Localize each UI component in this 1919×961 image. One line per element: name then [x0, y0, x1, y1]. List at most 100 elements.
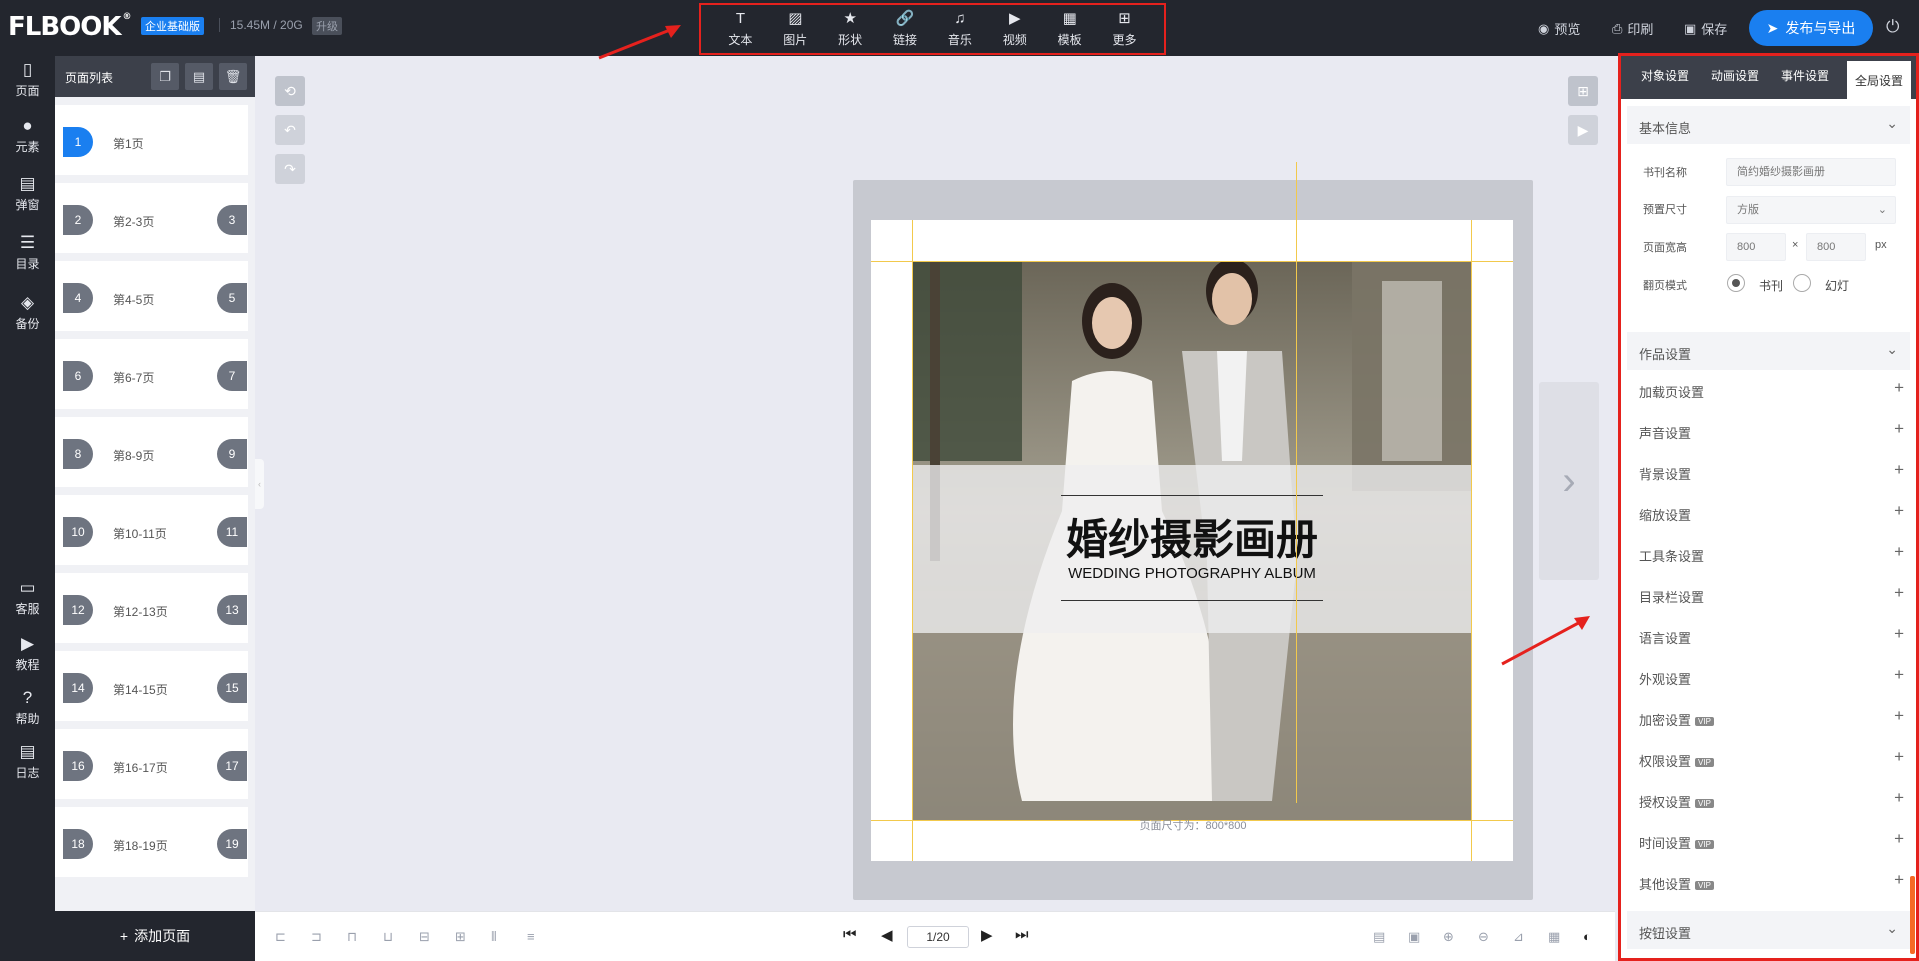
flip-mode-slide-label[interactable]: 幻灯 — [1825, 277, 1849, 294]
preset-size-select[interactable]: 方版 ⌄ — [1726, 196, 1896, 224]
redo-button[interactable]: ↷ — [275, 154, 305, 184]
page-thumbnail[interactable]: 12 第12-13页 13 — [55, 573, 248, 643]
prev-page-button[interactable]: ◀ — [881, 926, 893, 944]
align-center-icon[interactable]: ⊟ — [419, 929, 430, 945]
page-settings-button[interactable]: ⊞ — [1568, 76, 1598, 106]
setting-row[interactable]: 外观设置 + — [1627, 661, 1910, 691]
setting-row[interactable]: 缩放设置 + — [1627, 497, 1910, 527]
book-page[interactable]: 婚纱摄影画册 WEDDING PHOTOGRAPHY ALBUM — [871, 220, 1513, 861]
flip-mode-slide-radio[interactable] — [1793, 274, 1811, 292]
power-icon[interactable]: ⏻ — [1886, 17, 1899, 37]
align-left-icon[interactable]: ⊏ — [275, 929, 286, 945]
setting-row[interactable]: 目录栏设置 + — [1627, 579, 1910, 609]
button-settings-section[interactable]: 按钮设置 ⌄ — [1627, 911, 1910, 949]
page-thumbnail[interactable]: 14 第14-15页 15 — [55, 651, 248, 721]
page-width-input[interactable]: 800 — [1726, 233, 1786, 261]
page-thumbnail[interactable]: 8 第8-9页 9 — [55, 417, 248, 487]
flip-mode-book-label[interactable]: 书刊 — [1759, 277, 1783, 294]
setting-row[interactable]: 加载页设置 + — [1627, 374, 1910, 404]
rail-item-backup[interactable]: ◈ 备份 — [0, 293, 55, 332]
history-button[interactable]: ⟲ — [275, 76, 305, 106]
duplicate-page-button[interactable]: ▤ — [185, 63, 213, 90]
setting-row[interactable]: 授权设置 VIP + — [1627, 784, 1910, 814]
page-thumbnail[interactable]: 2 第2-3页 3 — [55, 183, 248, 253]
next-page-button[interactable]: ▶ — [981, 926, 993, 944]
rail-item-log[interactable]: ▤ 日志 — [0, 742, 55, 781]
flip-mode-book-radio[interactable] — [1727, 274, 1745, 292]
tab-global[interactable]: 全局设置 — [1847, 61, 1912, 99]
tab-object[interactable]: 对象设置 — [1641, 67, 1689, 84]
publish-export-button[interactable]: ➤ 发布与导出 — [1749, 10, 1873, 46]
setting-row[interactable]: 其他设置 VIP + — [1627, 866, 1910, 896]
setting-row[interactable]: 权限设置 VIP + — [1627, 743, 1910, 773]
undo-button[interactable]: ↶ — [275, 115, 305, 145]
play-preview-button[interactable]: ▶ — [1568, 115, 1598, 145]
preview-button[interactable]: ◉ 预览 — [1538, 19, 1580, 38]
page-thumbnail[interactable]: 1 第1页 — [55, 105, 248, 175]
add-page-button[interactable]: + 添加页面 — [55, 911, 255, 961]
book-name-input[interactable]: 简约婚纱摄影画册 — [1726, 158, 1896, 186]
album-title[interactable]: 婚纱摄影画册 — [871, 506, 1513, 567]
last-page-button[interactable]: ⏭ — [1015, 926, 1029, 943]
rail-item-service[interactable]: ▭ 客服 — [0, 578, 55, 617]
ruler-icon[interactable]: ⊿ — [1513, 929, 1524, 945]
align-top-icon[interactable]: ⊓ — [347, 929, 357, 945]
setting-row[interactable]: 时间设置 VIP + — [1627, 825, 1910, 855]
page-height-input[interactable]: 800 — [1806, 233, 1866, 261]
zoom-in-icon[interactable]: ⊕ — [1443, 929, 1454, 945]
align-middle-icon[interactable]: ⊞ — [455, 929, 466, 945]
print-icon: ⎙ — [1612, 20, 1623, 36]
star-icon: ★ — [843, 10, 857, 27]
upgrade-button[interactable]: 升级 — [312, 17, 342, 35]
page-thumbnail[interactable]: 18 第18-19页 19 — [55, 807, 248, 877]
basic-info-section[interactable]: 基本信息 ⌄ — [1627, 106, 1910, 144]
single-page-view-icon[interactable]: ▤ — [1373, 929, 1385, 945]
rail-item-pages[interactable]: ▯ 页面 — [0, 60, 55, 99]
tool-link[interactable]: 🔗 链接 — [880, 10, 930, 48]
rail-item-elements[interactable]: ● 元素 — [0, 116, 55, 155]
setting-row[interactable]: 工具条设置 + — [1627, 538, 1910, 568]
work-settings-section[interactable]: 作品设置 ⌄ — [1627, 332, 1910, 370]
tool-text[interactable]: T 文本 — [715, 10, 765, 48]
align-right-icon[interactable]: ⊐ — [311, 929, 322, 945]
distribute-v-icon[interactable]: ≡ — [527, 929, 535, 944]
rail-item-popup[interactable]: ▤ 弹窗 — [0, 174, 55, 213]
next-page-arrow[interactable]: › — [1539, 382, 1599, 580]
double-page-view-icon[interactable]: ▣ — [1408, 929, 1420, 945]
tool-template[interactable]: ▦ 模板 — [1045, 10, 1095, 48]
grid-icon[interactable]: ▦ — [1548, 929, 1560, 945]
zoom-out-icon[interactable]: ⊖ — [1478, 929, 1489, 945]
tool-star[interactable]: ★ 形状 — [825, 10, 875, 48]
tool-more[interactable]: ⊞ 更多 — [1100, 10, 1150, 48]
tab-animation[interactable]: 动画设置 — [1711, 67, 1759, 84]
save-button[interactable]: ▣ 保存 — [1684, 19, 1727, 38]
print-button[interactable]: ⎙ 印刷 — [1612, 19, 1653, 38]
tool-music[interactable]: ♫ 音乐 — [935, 10, 985, 48]
app-logo[interactable]: FLBOOK ® — [8, 12, 132, 42]
tool-video[interactable]: ▶ 视频 — [990, 10, 1040, 48]
page-number-right: 13 — [217, 595, 247, 625]
first-page-button[interactable]: ⏮ — [843, 926, 857, 943]
theme-icon[interactable]: ◐ — [1583, 929, 1591, 944]
tool-image[interactable]: ▨ 图片 — [770, 10, 820, 48]
delete-page-button[interactable]: 🗑 — [219, 63, 247, 90]
align-bottom-icon[interactable]: ⊔ — [383, 929, 393, 945]
page-thumbnail[interactable]: 10 第10-11页 11 — [55, 495, 248, 565]
page-thumbnail[interactable]: 6 第6-7页 7 — [55, 339, 248, 409]
page-thumbnail[interactable]: 16 第16-17页 17 — [55, 729, 248, 799]
setting-row[interactable]: 背景设置 + — [1627, 456, 1910, 486]
rail-item-catalog[interactable]: ☰ 目录 — [0, 233, 55, 272]
rail-item-help[interactable]: ? 帮助 — [0, 688, 55, 727]
page-indicator[interactable]: 1/20 — [907, 926, 969, 948]
setting-row[interactable]: 声音设置 + — [1627, 415, 1910, 445]
tab-event[interactable]: 事件设置 — [1781, 67, 1829, 84]
setting-row[interactable]: 语言设置 + — [1627, 620, 1910, 650]
distribute-h-icon[interactable]: ⦀ — [491, 929, 497, 945]
album-subtitle[interactable]: WEDDING PHOTOGRAPHY ALBUM — [871, 565, 1513, 582]
setting-row[interactable]: 加密设置 VIP + — [1627, 702, 1910, 732]
collapse-panel-handle[interactable]: ‹ — [255, 459, 264, 509]
rail-item-tutorial[interactable]: ▶ 教程 — [0, 634, 55, 673]
page-thumbnail[interactable]: 4 第4-5页 5 — [55, 261, 248, 331]
copy-page-button[interactable]: ❐ — [151, 63, 179, 90]
panel-scrollbar[interactable] — [1910, 876, 1915, 954]
